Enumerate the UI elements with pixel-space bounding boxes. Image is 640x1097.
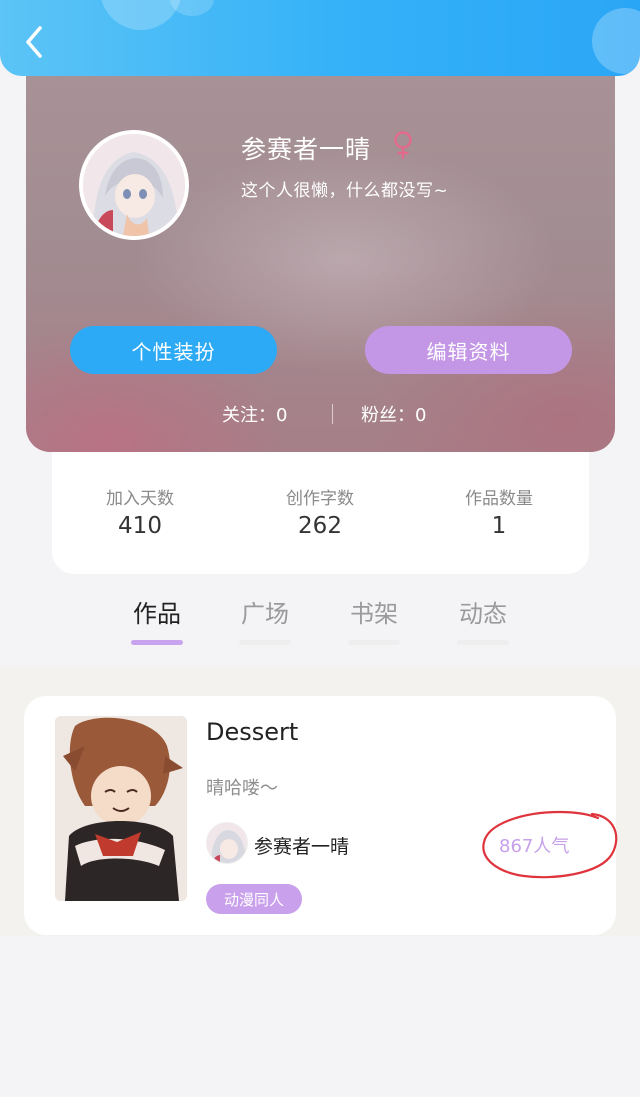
tab-works[interactable]: 作品 (117, 594, 197, 645)
tab-activity[interactable]: 动态 (443, 594, 523, 645)
stat-works-count: 作品数量 1 (424, 484, 574, 539)
following-count[interactable]: 关注：0 (222, 401, 287, 427)
tab-indicator (348, 640, 400, 645)
avatar[interactable] (79, 130, 189, 240)
decor-bubble (100, 0, 182, 30)
female-icon (392, 130, 414, 160)
tab-label: 作品 (133, 600, 181, 628)
nickname: 参赛者一晴 (241, 135, 372, 164)
decor-bubble (592, 8, 640, 74)
work-card[interactable]: Dessert 晴哈喽～ 参赛者一晴 867人气 动漫同人 (24, 696, 618, 935)
category-tag[interactable]: 动漫同人 (206, 884, 302, 914)
tab-indicator (239, 640, 291, 645)
edit-profile-button[interactable]: 编辑资料 (365, 326, 572, 374)
stat-value: 1 (491, 513, 507, 539)
tab-indicator (131, 640, 183, 645)
avatar-illustration (83, 134, 185, 236)
stat-join-days: 加入天数 410 (65, 484, 215, 539)
stat-label: 加入天数 (106, 489, 174, 509)
chevron-left-icon (26, 26, 42, 58)
profile-header: 参赛者一晴 这个人很懒，什么都没写~ 个性装扮 编辑资料 关注：0 粉丝：0 (26, 60, 615, 452)
stat-label: 作品数量 (465, 489, 533, 509)
author-avatar-illustration (207, 823, 247, 863)
tab-bookshelf[interactable]: 书架 (334, 594, 414, 645)
decor-bubble (170, 0, 214, 16)
bio: 这个人很懒，什么都没写~ (241, 181, 449, 201)
tab-indicator (457, 640, 509, 645)
work-title: Dessert (206, 718, 299, 746)
work-cover-image[interactable] (55, 716, 187, 901)
customize-style-button[interactable]: 个性装扮 (70, 326, 277, 374)
divider (332, 404, 333, 424)
top-bar (0, 0, 640, 76)
cover-illustration (55, 716, 187, 901)
stat-label: 创作字数 (286, 489, 354, 509)
author-name: 参赛者一晴 (254, 836, 350, 858)
stats-card: 加入天数 410 创作字数 262 作品数量 1 (52, 440, 589, 574)
tab-label: 动态 (459, 600, 507, 628)
tab-bar: 作品 广场 书架 动态 (0, 590, 640, 660)
fans-count[interactable]: 粉丝：0 (361, 401, 426, 427)
back-button[interactable] (14, 22, 54, 62)
tab-label: 书架 (350, 600, 398, 628)
tab-label: 广场 (241, 600, 289, 628)
stat-value: 262 (298, 513, 342, 539)
follow-stats: 关注：0 粉丝：0 (26, 398, 615, 428)
work-description: 晴哈喽～ (206, 778, 278, 799)
tab-square[interactable]: 广场 (225, 594, 305, 645)
stat-value: 410 (118, 513, 162, 539)
stat-word-count: 创作字数 262 (245, 484, 395, 539)
red-circle-annotation (482, 810, 618, 879)
author-avatar[interactable] (206, 822, 248, 864)
